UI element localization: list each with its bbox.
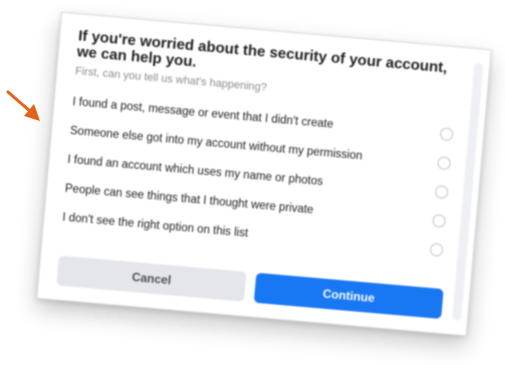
screenshot-stage: If you're worried about the security of … [0,0,505,365]
option-radio[interactable] [432,213,447,228]
dialog-actions: Cancel Continue [56,255,444,319]
security-help-dialog: If you're worried about the security of … [36,11,492,337]
continue-button[interactable]: Continue [253,272,444,319]
option-radio[interactable] [439,127,454,142]
option-radio[interactable] [429,242,444,257]
option-radio[interactable] [434,185,449,200]
option-radio[interactable] [437,156,452,171]
option-list: I found a post, message or event that I … [61,87,458,265]
cancel-button[interactable]: Cancel [56,255,247,302]
